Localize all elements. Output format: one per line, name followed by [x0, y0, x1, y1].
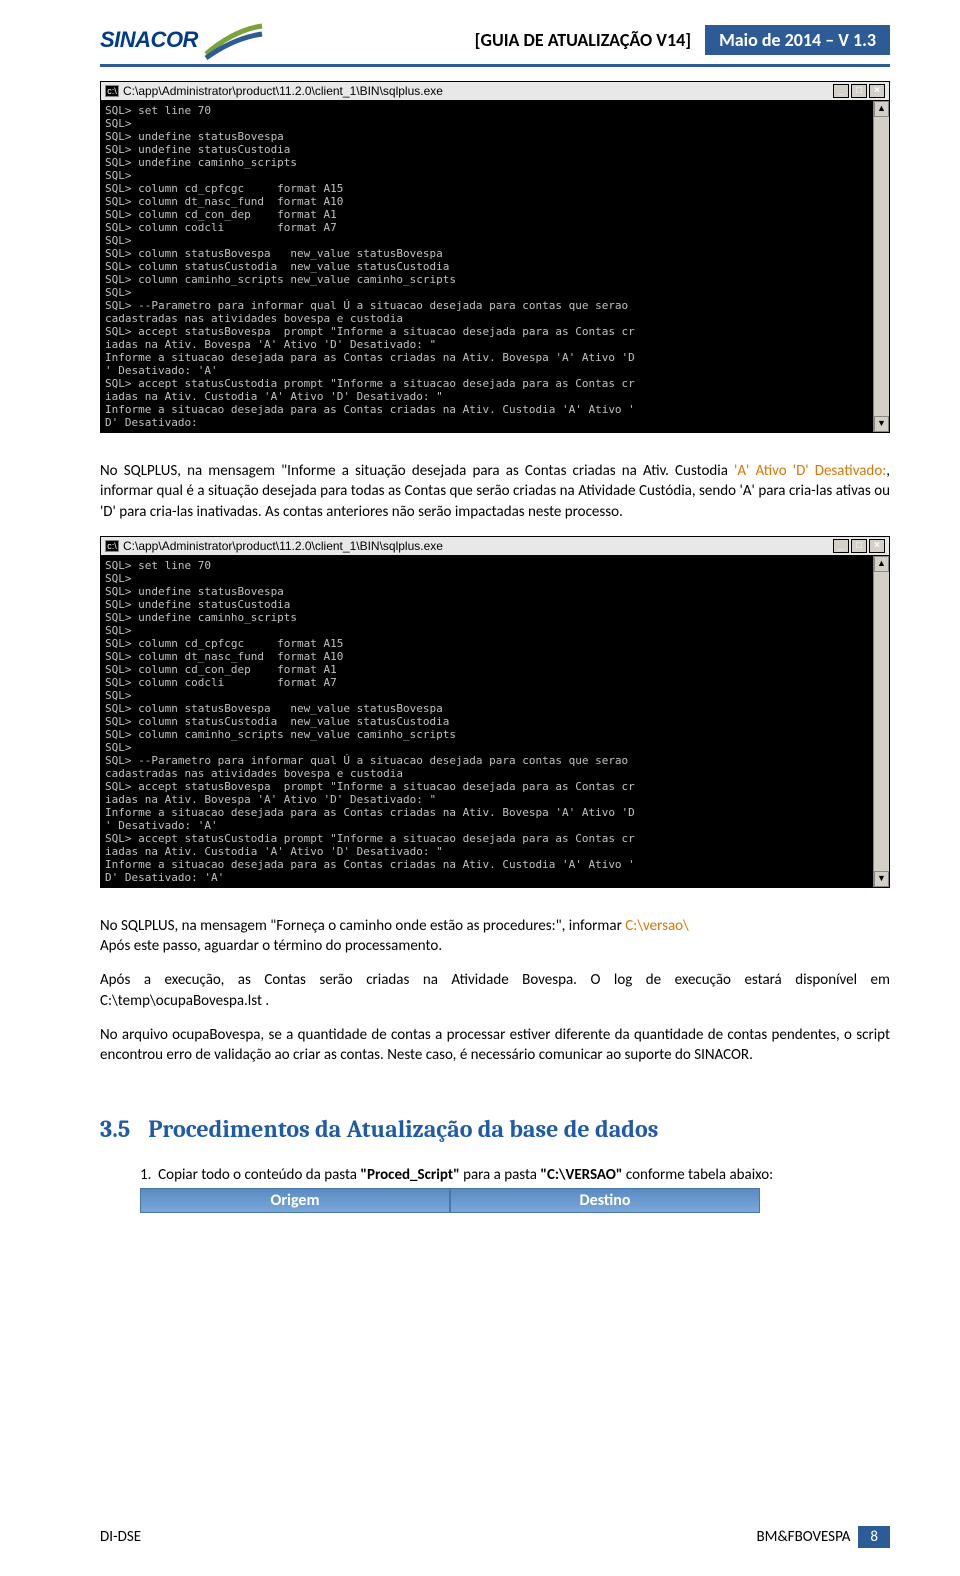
header-divider [100, 64, 890, 67]
logo-text: SINACOR [100, 27, 198, 53]
scrollbar: ▲ ▼ [873, 556, 889, 887]
terminal-titlebar: c:\ C:\app\Administrator\product\11.2.0\… [101, 537, 889, 556]
minimize-icon: _ [833, 539, 849, 553]
terminal-output: SQL> set line 70 SQL> SQL> undefine stat… [101, 556, 873, 887]
close-icon: × [869, 539, 885, 553]
maximize-icon: □ [851, 84, 867, 98]
terminal-screenshot-2: c:\ C:\app\Administrator\product\11.2.0\… [100, 536, 890, 888]
list-item-1: 1. Copiar todo o conteúdo da pasta "Proc… [140, 1165, 890, 1185]
page-number: 8 [858, 1526, 890, 1548]
page-header: SINACOR [GUIA DE ATUALIZAÇÃO V14] Maio d… [100, 20, 890, 60]
logo: SINACOR [100, 20, 264, 60]
scroll-up-icon: ▲ [874, 101, 889, 117]
paragraph-2: No SQLPLUS, na mensagem "Forneça o camin… [100, 916, 890, 957]
terminal-titlebar: c:\ C:\app\Administrator\product\11.2.0\… [101, 82, 889, 101]
table-header-destino: Destino [450, 1188, 760, 1213]
footer-left: DI-DSE [100, 1528, 141, 1546]
footer-right: BM&FBOVESPA [756, 1528, 850, 1546]
scrollbar: ▲ ▼ [873, 101, 889, 432]
scroll-down-icon: ▼ [874, 416, 889, 432]
doc-date: Maio de 2014 – V 1.3 [705, 25, 890, 55]
header-titles: [GUIA DE ATUALIZAÇÃO V14] Maio de 2014 –… [467, 25, 890, 55]
terminal-title: C:\app\Administrator\product\11.2.0\clie… [123, 84, 443, 98]
paragraph-3: Após a execução, as Contas serão criadas… [100, 970, 890, 1011]
terminal-screenshot-1: c:\ C:\app\Administrator\product\11.2.0\… [100, 81, 890, 433]
table-header-origem: Origem [140, 1188, 450, 1213]
page-footer: DI-DSE BM&FBOVESPA 8 [100, 1526, 890, 1548]
logo-swoosh-icon [204, 20, 264, 60]
scroll-down-icon: ▼ [874, 871, 889, 887]
close-icon: × [869, 84, 885, 98]
section-heading-3-5: 3.5Procedimentos da Atualização da base … [100, 1115, 890, 1143]
cmd-icon: c:\ [105, 540, 119, 552]
maximize-icon: □ [851, 539, 867, 553]
doc-title: [GUIA DE ATUALIZAÇÃO V14] [467, 25, 699, 55]
paragraph-4: No arquivo ocupaBovespa, se a quantidade… [100, 1025, 890, 1066]
cmd-icon: c:\ [105, 85, 119, 97]
paragraph-1: No SQLPLUS, na mensagem "Informe a situa… [100, 461, 890, 522]
origin-dest-table: Origem Destino [140, 1188, 760, 1213]
scroll-up-icon: ▲ [874, 556, 889, 572]
terminal-output: SQL> set line 70 SQL> SQL> undefine stat… [101, 101, 873, 432]
terminal-title: C:\app\Administrator\product\11.2.0\clie… [123, 539, 443, 553]
minimize-icon: _ [833, 84, 849, 98]
